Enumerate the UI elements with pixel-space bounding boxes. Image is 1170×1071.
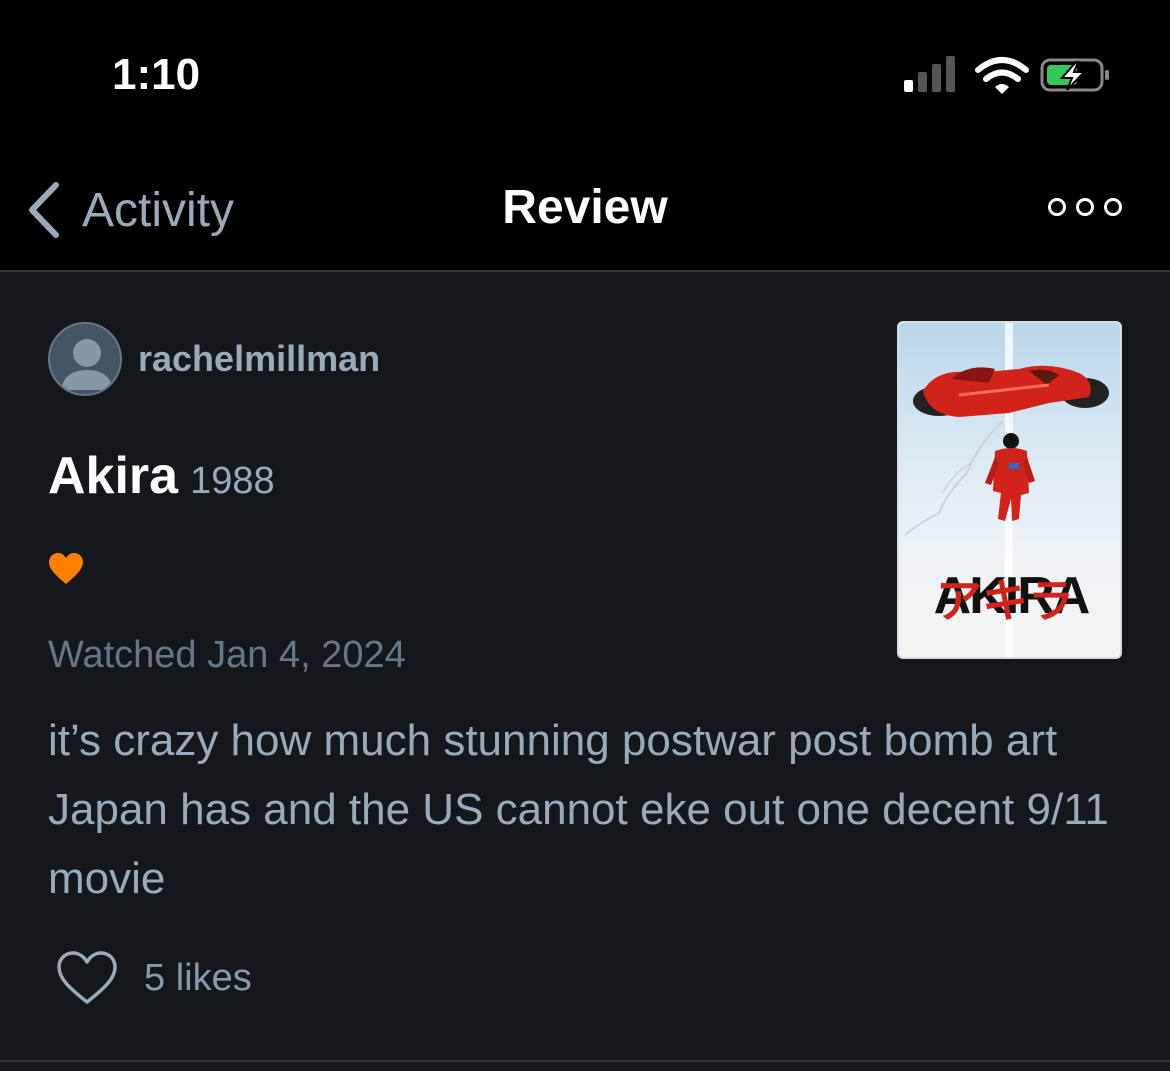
avatar [48,322,122,396]
poster-artwork: AKIRA アキラ [904,323,1109,657]
review-author[interactable]: rachelmillman [48,322,380,396]
like-heart-icon[interactable] [56,950,118,1006]
wifi-icon [975,57,1029,94]
likes-count[interactable]: 5 likes [144,957,252,1000]
user-placeholder-icon [61,339,113,390]
more-dot-icon [1104,198,1122,216]
svg-text:アキラ: アキラ [936,574,1074,628]
more-dot-icon [1076,198,1094,216]
akira-logo-icon: AKIRA アキラ [934,567,1092,628]
status-bar: 1:10 [0,0,1170,150]
more-dot-icon [1048,198,1066,216]
username: rachelmillman [138,338,381,379]
motorcycle-icon [913,365,1109,417]
film-heading[interactable]: Akira 1988 [48,446,275,506]
signal-icon [904,56,955,92]
more-options-button[interactable] [1048,196,1122,218]
film-year: 1988 [190,460,275,502]
likes-row: 5 likes [56,950,252,1006]
film-poster[interactable]: AKIRA アキラ [897,321,1122,659]
watched-date: Watched Jan 4, 2024 [48,634,406,676]
film-title: Akira [48,447,179,505]
review-content: rachelmillman Akira 1988 Watched Jan 4, … [0,274,1170,1071]
status-icons [904,56,1109,94]
battery-charging-icon [1040,58,1109,92]
divider [0,1060,1170,1062]
review-body: it’s crazy how much stunning postwar pos… [48,716,1109,903]
status-time: 1:10 [112,50,201,99]
liked-heart-icon [49,553,83,584]
page-title: Review [502,181,668,234]
